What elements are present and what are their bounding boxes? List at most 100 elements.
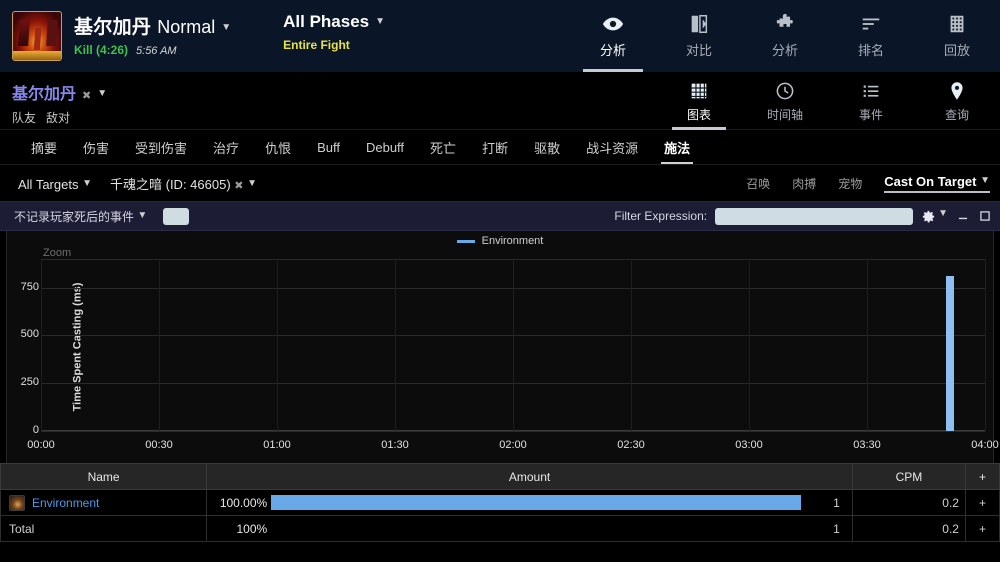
cell-total-label: Total	[0, 515, 208, 542]
chart-y-tick: 500	[20, 328, 39, 341]
nav-item-query[interactable]: 查询	[914, 72, 1000, 130]
chevron-down-icon[interactable]: ▼	[221, 22, 231, 33]
options-right-group: Filter Expression: ▼	[614, 207, 992, 225]
boss-encounter-icon	[12, 11, 62, 61]
tab-threat[interactable]: 仇恨	[252, 130, 304, 165]
nav-item-compare[interactable]: 对比	[656, 0, 742, 72]
chart-bar[interactable]	[945, 276, 954, 431]
table-header: Name Amount CPM +	[0, 463, 1000, 490]
cell-total-cpm: 0.2	[851, 515, 966, 542]
ability-filter[interactable]: 千魂之暗 (ID: 46605) ✖ ▼	[110, 174, 257, 193]
option-pets[interactable]: 宠物	[838, 175, 862, 192]
encounter-title-block: 基尔加丹 Normal ▼ Kill (4:26) 5:56 AM	[62, 0, 231, 72]
row-percent-bar	[271, 495, 802, 510]
swords-icon: ✖	[82, 90, 92, 102]
view-mode-selector[interactable]: Cast On Target ▼	[884, 174, 990, 193]
nav-label: 分析	[599, 43, 626, 58]
nav-item-replay[interactable]: 回放	[914, 0, 1000, 72]
color-swatch-button[interactable]	[163, 207, 190, 225]
tab-resources[interactable]: 战斗资源	[573, 130, 651, 165]
faction-enemy[interactable]: 敌对	[46, 109, 70, 126]
chart-gridline	[41, 431, 985, 432]
phase-title-row[interactable]: All Phases ▼	[283, 12, 385, 32]
view-mode-label: Cast On Target	[884, 173, 977, 189]
phase-selector-block[interactable]: All Phases ▼ Entire Fight	[231, 0, 385, 72]
chart-x-gridline	[41, 259, 42, 431]
nav-item-events[interactable]: 事件	[828, 72, 914, 130]
analysis-tabs: 摘要 伤害 受到伤害 治疗 仇恨 Buff Debuff 死亡 打断 驱散 战斗…	[0, 130, 1000, 165]
column-header-expand[interactable]: +	[964, 463, 1000, 490]
chart-x-tick: 02:30	[617, 439, 645, 451]
column-header-cpm[interactable]: CPM	[851, 463, 966, 490]
grid-icon	[691, 83, 707, 98]
legend-label: Environment	[481, 235, 544, 247]
tab-casts[interactable]: 施法	[651, 130, 703, 165]
tab-buffs[interactable]: Buff	[304, 130, 353, 165]
filter-expression-label: Filter Expression:	[614, 209, 708, 223]
chevron-down-icon: ▼	[938, 207, 948, 219]
replay-icon	[950, 15, 964, 33]
nav-item-charts[interactable]: 图表	[656, 72, 742, 130]
chart-plot-area[interactable]: 0 250 500 750 00:00 00:30 01:00 01:30 02:00 02:30…	[21, 259, 999, 451]
phase-title: All Phases	[283, 12, 370, 31]
minimize-button[interactable]	[956, 209, 970, 223]
nav-label: 排名	[857, 43, 884, 58]
row-name-link[interactable]: Environment	[32, 496, 99, 510]
settings-menu[interactable]: ▼	[921, 207, 948, 224]
targets-dropdown[interactable]: All Targets ▼	[18, 177, 92, 192]
encounter-title-row[interactable]: 基尔加丹 Normal ▼	[74, 12, 231, 39]
nav-label: 回放	[943, 43, 970, 58]
secondary-nav: 图表 时间轴 事件 查询	[656, 72, 1000, 130]
app-root: 基尔加丹 Normal ▼ Kill (4:26) 5:56 AM All Ph…	[0, 0, 1000, 562]
total-amount: 1	[833, 521, 840, 536]
death-filter-label: 不记录玩家死后的事件	[14, 209, 135, 224]
filter-left-group: All Targets ▼ 千魂之暗 (ID: 46605) ✖ ▼	[18, 174, 257, 193]
tab-deaths[interactable]: 死亡	[417, 130, 469, 165]
cast-chart: Environment Zoom Time Spent Casting (ms)…	[6, 231, 999, 463]
filter-expression-input[interactable]	[715, 207, 914, 225]
filter-right-group: 召唤 肉搏 宠物 Cast On Target ▼	[746, 174, 990, 193]
chart-y-tick: 250	[20, 376, 39, 389]
tab-damage-done[interactable]: 伤害	[70, 130, 122, 165]
nav-item-statistics[interactable]: 分析	[742, 0, 828, 72]
tab-dispels[interactable]: 驱散	[521, 130, 573, 165]
tab-summary[interactable]: 摘要	[18, 130, 70, 165]
nav-label: 图表	[686, 107, 711, 122]
cell-total-expand[interactable]: +	[964, 515, 1000, 542]
chart-zoom-label[interactable]: Zoom	[43, 247, 71, 259]
tab-debuffs[interactable]: Debuff	[353, 130, 417, 165]
maximize-icon	[980, 211, 990, 221]
chart-x-gridline	[513, 259, 514, 431]
table-row[interactable]: Environment 100.00% 1 0.2 +	[0, 489, 1000, 516]
faction-friendly[interactable]: 队友	[12, 109, 36, 126]
column-header-name[interactable]: Name	[0, 463, 208, 490]
maximize-button[interactable]	[978, 209, 992, 223]
cast-table: Name Amount CPM + Environment 100.00% 1 0.2…	[0, 463, 1000, 542]
table-header-row: Name Amount CPM +	[0, 463, 1000, 490]
chart-x-tick: 01:00	[263, 439, 291, 451]
cell-expand[interactable]: +	[964, 489, 1000, 516]
nav-item-timeline[interactable]: 时间轴	[742, 72, 828, 130]
nav-item-rankings[interactable]: 排名	[828, 0, 914, 72]
nav-item-analyze[interactable]: 分析	[570, 0, 656, 72]
ability-filter-label: 千魂之暗 (ID: 46605)	[110, 176, 231, 192]
player-row[interactable]: 基尔加丹 ✖ ▼	[12, 80, 107, 104]
faction-row: 队友 敌对	[12, 109, 107, 126]
chevron-down-icon[interactable]: ▼	[375, 16, 385, 27]
top-header: 基尔加丹 Normal ▼ Kill (4:26) 5:56 AM All Ph…	[0, 0, 1000, 72]
option-summons[interactable]: 召唤	[746, 175, 770, 192]
tab-interrupts[interactable]: 打断	[469, 130, 521, 165]
chevron-down-icon: ▼	[980, 174, 990, 186]
tab-damage-taken[interactable]: 受到伤害	[122, 130, 200, 165]
minimize-icon	[958, 217, 968, 220]
death-filter-dropdown[interactable]: 不记录玩家死后的事件 ▼	[14, 208, 147, 225]
tab-healing[interactable]: 治疗	[200, 130, 252, 165]
options-bar: 不记录玩家死后的事件 ▼ Filter Expression: ▼	[0, 201, 1000, 231]
chart-x-gridline	[395, 259, 396, 431]
column-header-amount[interactable]: Amount	[206, 463, 853, 490]
chevron-down-icon[interactable]: ▼	[97, 88, 107, 99]
nav-label: 时间轴	[766, 107, 803, 122]
option-melee[interactable]: 肉搏	[792, 175, 816, 192]
phase-subtitle: Entire Fight	[283, 38, 350, 52]
table-total-row: Total 100% 1 0.2 +	[0, 515, 1000, 542]
